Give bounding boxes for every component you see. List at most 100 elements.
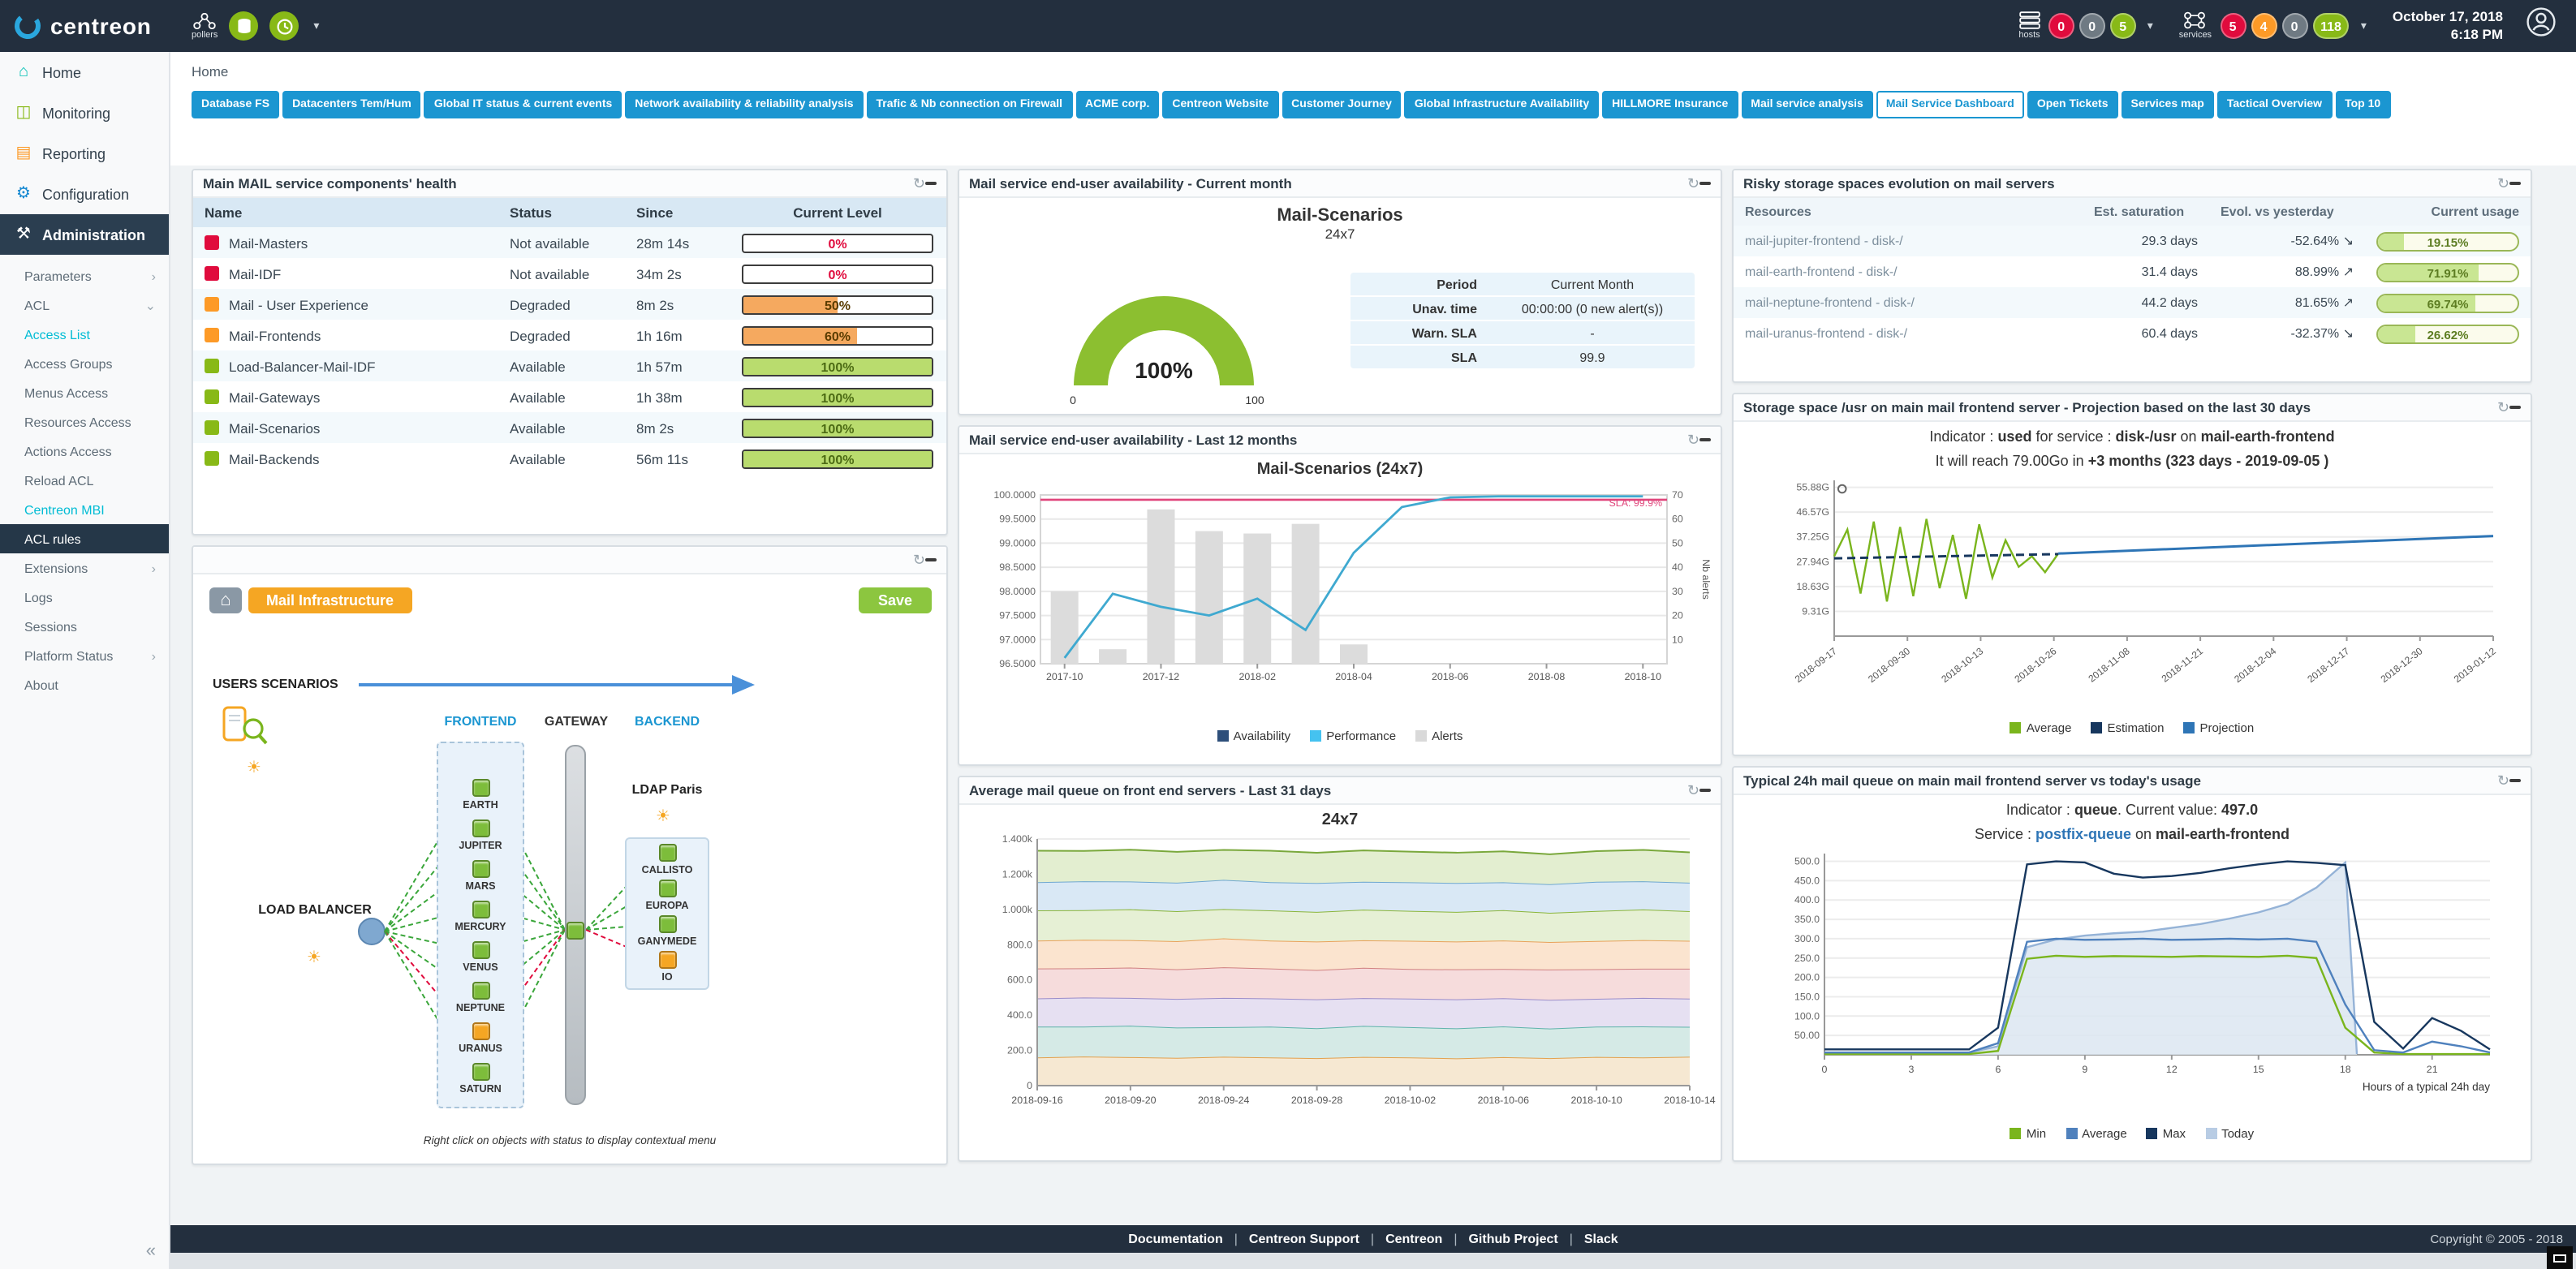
- sidebar-subitem-resources-access[interactable]: Resources Access: [0, 407, 169, 437]
- sidebar-item-monitoring[interactable]: ◫Monitoring: [0, 92, 169, 133]
- collapse-icon[interactable]: [1699, 789, 1711, 792]
- tab-open-tickets[interactable]: Open Tickets: [2027, 91, 2118, 118]
- refresh-icon[interactable]: ↻: [1687, 783, 1699, 798]
- tab-mail-service-dashboard[interactable]: Mail Service Dashboard: [1876, 91, 2024, 118]
- status-badge[interactable]: 0: [2079, 13, 2105, 39]
- bottom-strip: [170, 1253, 2576, 1269]
- node-callisto[interactable]: CALLISTO: [631, 844, 703, 876]
- refresh-icon[interactable]: ↻: [913, 553, 925, 567]
- node-saturn[interactable]: SATURN: [445, 1063, 516, 1095]
- refresh-icon[interactable]: ↻: [913, 176, 925, 191]
- node-europa[interactable]: EUROPA: [631, 880, 703, 912]
- sidebar-item-reporting[interactable]: ▤Reporting: [0, 133, 169, 174]
- status-badge[interactable]: 118: [2312, 13, 2350, 39]
- node-neptune[interactable]: NEPTUNE: [445, 982, 516, 1014]
- node-jupiter[interactable]: JUPITER: [445, 819, 516, 852]
- tab-network-availability-reliability-analysis[interactable]: Network availability & reliability analy…: [625, 91, 863, 118]
- sidebar-subitem-sessions[interactable]: Sessions: [0, 612, 169, 641]
- logo-text: centreon: [50, 13, 152, 39]
- refresh-icon[interactable]: ↻: [2497, 400, 2509, 415]
- tab-services-map[interactable]: Services map: [2122, 91, 2214, 118]
- sidebar-subitem-access-list[interactable]: Access List: [0, 320, 169, 349]
- fullscreen-toggle[interactable]: [2547, 1246, 2573, 1269]
- chevron-down-icon[interactable]: ▾: [313, 19, 319, 32]
- sidebar-item-home[interactable]: ⌂Home: [0, 52, 169, 92]
- tab-customer-journey[interactable]: Customer Journey: [1282, 91, 1402, 118]
- node-earth[interactable]: EARTH: [445, 779, 516, 811]
- sidebar-subitem-acl-rules[interactable]: ACL rules: [0, 524, 169, 553]
- tab-global-it-status-current-events[interactable]: Global IT status & current events: [424, 91, 622, 118]
- sidebar-subitem-extensions[interactable]: Extensions›: [0, 553, 169, 583]
- resource-cell: mail-jupiter-frontend - disk-/: [1734, 226, 2083, 256]
- node-ganymede[interactable]: GANYMEDE: [631, 915, 703, 948]
- chevron-down-icon[interactable]: ▾: [2147, 19, 2153, 32]
- sidebar-subitem-acl[interactable]: ACL⌄: [0, 290, 169, 320]
- refresh-icon[interactable]: ↻: [2497, 176, 2509, 191]
- node-io[interactable]: IO: [631, 951, 703, 983]
- tab-datacenters-tem-hum[interactable]: Datacenters Tem/Hum: [282, 91, 421, 118]
- node-uranus[interactable]: URANUS: [445, 1022, 516, 1055]
- sidebar-subitem-centreon-mbi[interactable]: Centreon MBI: [0, 495, 169, 524]
- sidebar-subitem-about[interactable]: About: [0, 670, 169, 699]
- status-icon: [658, 880, 676, 897]
- status-badge[interactable]: 0: [2281, 13, 2307, 39]
- tab-centreon-website[interactable]: Centreon Website: [1162, 91, 1278, 118]
- status-badge[interactable]: 5: [2220, 13, 2246, 39]
- sidebar-item-administration[interactable]: ⚒Administration: [0, 214, 169, 255]
- tab-mail-service-analysis[interactable]: Mail service analysis: [1741, 91, 1873, 118]
- refresh-icon[interactable]: ↻: [1687, 176, 1699, 191]
- panel-header: ↻: [193, 547, 946, 574]
- sidebar-item-configuration[interactable]: ⚙Configuration: [0, 174, 169, 214]
- name-cell: Mail-IDF: [193, 258, 498, 289]
- svg-text:27.94G: 27.94G: [1795, 557, 1829, 568]
- breadcrumb[interactable]: Home: [170, 52, 2576, 88]
- footer-link-slack[interactable]: Slack: [1584, 1232, 1618, 1246]
- sidebar-subitem-access-groups[interactable]: Access Groups: [0, 349, 169, 378]
- save-button[interactable]: Save: [859, 587, 932, 613]
- footer-link-centreon-support[interactable]: Centreon Support: [1249, 1232, 1359, 1246]
- footer-link-github-project[interactable]: Github Project: [1468, 1232, 1557, 1246]
- collapse-icon[interactable]: [2509, 779, 2521, 782]
- tab-top-10[interactable]: Top 10: [2335, 91, 2390, 118]
- tab-hillmore-insurance[interactable]: HILLMORE Insurance: [1602, 91, 1738, 118]
- collapse-icon[interactable]: [925, 558, 937, 561]
- sidebar-subitem-platform-status[interactable]: Platform Status›: [0, 641, 169, 670]
- latency-status-icon[interactable]: [269, 11, 299, 41]
- node-gateway[interactable]: [566, 922, 584, 940]
- status-badge[interactable]: 0: [2048, 13, 2074, 39]
- database-status-icon[interactable]: [229, 11, 258, 41]
- node-mercury[interactable]: MERCURY: [445, 901, 516, 933]
- tab-global-infrastructure-availability[interactable]: Global Infrastructure Availability: [1405, 91, 1599, 118]
- tab-tactical-overview[interactable]: Tactical Overview: [2217, 91, 2332, 118]
- refresh-icon[interactable]: ↻: [2497, 773, 2509, 788]
- collapse-icon[interactable]: [925, 182, 937, 185]
- hosts-indicator[interactable]: hosts: [2018, 11, 2040, 41]
- node-mars[interactable]: MARS: [445, 860, 516, 893]
- tab-database-fs[interactable]: Database FS: [192, 91, 279, 118]
- node-venus[interactable]: VENUS: [445, 941, 516, 974]
- logo[interactable]: centreon: [0, 11, 172, 41]
- status-badge[interactable]: 5: [2110, 13, 2136, 39]
- sidebar-subitem-actions-access[interactable]: Actions Access: [0, 437, 169, 466]
- footer-link-centreon[interactable]: Centreon: [1385, 1232, 1442, 1246]
- sidebar-subitem-logs[interactable]: Logs: [0, 583, 169, 612]
- chevron-down-icon[interactable]: ▾: [2361, 19, 2367, 32]
- tab-acme-corp[interactable]: ACME corp.: [1075, 91, 1159, 118]
- collapse-icon[interactable]: [2509, 406, 2521, 409]
- sidebar-subitem-parameters[interactable]: Parameters›: [0, 261, 169, 290]
- status-badge[interactable]: 4: [2251, 13, 2277, 39]
- svg-text:2018-10-13: 2018-10-13: [1938, 646, 1984, 686]
- collapse-icon[interactable]: [2509, 182, 2521, 185]
- pollers-indicator[interactable]: pollers: [192, 12, 218, 40]
- footer-link-documentation[interactable]: Documentation: [1128, 1232, 1222, 1246]
- collapse-icon[interactable]: [1699, 182, 1711, 185]
- user-menu[interactable]: [2526, 6, 2557, 45]
- sidebar-subitem-menus-access[interactable]: Menus Access: [0, 378, 169, 407]
- services-indicator[interactable]: services: [2179, 11, 2212, 41]
- collapse-icon[interactable]: [1699, 438, 1711, 441]
- tab-trafic-nb-connection-on-firewall[interactable]: Trafic & Nb connection on Firewall: [867, 91, 1073, 118]
- sidebar-subitem-reload-acl[interactable]: Reload ACL: [0, 466, 169, 495]
- services-label: services: [2179, 31, 2212, 41]
- sidebar-collapse-button[interactable]: «: [146, 1241, 156, 1261]
- refresh-icon[interactable]: ↻: [1687, 432, 1699, 447]
